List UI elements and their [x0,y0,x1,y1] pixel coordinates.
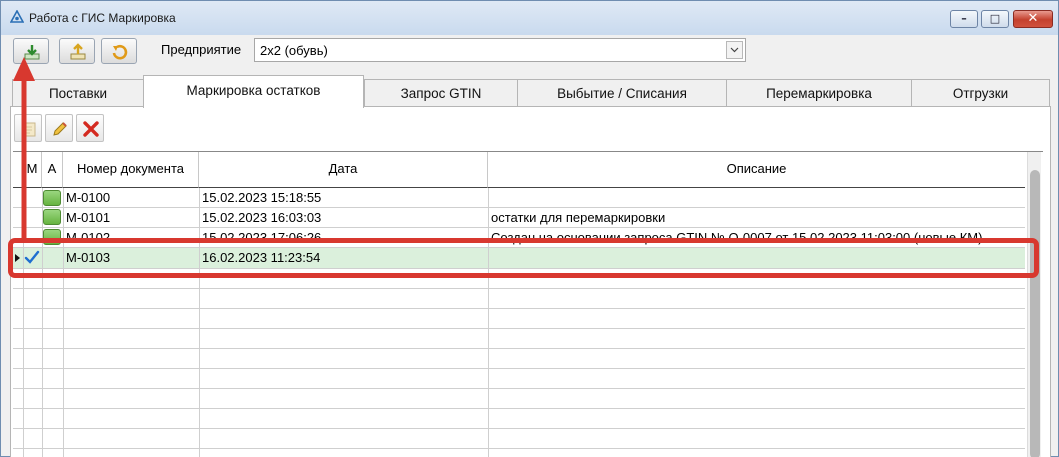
upload-button[interactable] [59,38,95,64]
description-cell[interactable]: остатки для перемаркировки [491,210,1021,225]
row-divider [13,308,1025,309]
delete-button[interactable] [76,114,104,142]
header-description[interactable]: Описание [488,152,1025,188]
enterprise-select[interactable]: 2x2 (обувь) [254,38,746,62]
status-indicator-icon [43,209,61,225]
row-divider [13,428,1025,429]
row-divider [13,388,1025,389]
column-divider [23,188,24,457]
window-title: Работа с ГИС Маркировка [29,11,176,25]
row-divider [13,288,1025,289]
highlight-box [8,238,1039,278]
upload-icon [70,43,86,60]
tab-zapros-gtin[interactable]: Запрос GTIN [364,79,518,107]
delete-x-icon [83,121,99,137]
date-cell[interactable]: 15.02.2023 16:03:03 [202,210,321,225]
main-window: Работа с ГИС Маркировка – □ ✕ Предприяти… [0,0,1059,457]
documents-grid[interactable]: М А Номер документа Дата Описание М-0100… [13,151,1043,457]
download-icon [24,45,40,60]
maximize-button[interactable]: □ [981,10,1009,28]
close-icon: ✕ [1027,11,1039,26]
refresh-button[interactable] [101,38,137,64]
header-doc-number[interactable]: Номер документа [63,152,199,188]
app-logo-icon [10,10,24,23]
maximize-icon: □ [989,12,1001,25]
tab-peremarkirovka[interactable]: Перемаркировка [726,79,912,107]
vertical-scrollbar[interactable] [1027,152,1041,457]
tab-markirovka-ostatkov[interactable]: Маркировка остатков [143,75,364,108]
column-divider [63,188,64,457]
enterprise-value: 2x2 (обувь) [260,43,328,58]
header-a[interactable]: А [42,152,63,188]
header-indicator [13,152,23,188]
minimize-button[interactable]: – [950,10,978,28]
tab-vybytie[interactable]: Выбытие / Списания [517,79,727,107]
column-divider [42,188,43,457]
row-divider [13,408,1025,409]
column-divider [488,188,489,457]
dropdown-arrow-button[interactable] [726,41,743,59]
edit-button[interactable] [45,114,73,142]
doc-number-cell[interactable]: М-0100 [66,190,110,205]
title-bar[interactable]: Работа с ГИС Маркировка – □ ✕ [1,1,1058,35]
row-divider [13,368,1025,369]
row-divider [13,207,1025,208]
tab-bar: Поставки Маркировка остатков Запрос GTIN… [12,75,1050,108]
close-button[interactable]: ✕ [1013,10,1053,28]
status-indicator-icon [43,190,61,206]
add-document-button[interactable] [14,114,42,142]
download-button[interactable] [13,38,49,64]
header-m[interactable]: М [23,152,42,188]
edit-pencil-icon [53,122,67,136]
row-divider [13,328,1025,329]
chevron-down-icon [730,47,739,53]
row-divider [13,448,1025,449]
enterprise-label: Предприятие [161,42,242,57]
tab-postavki[interactable]: Поставки [12,79,144,107]
refresh-icon [112,45,128,60]
doc-number-cell[interactable]: М-0101 [66,210,110,225]
row-divider [13,348,1025,349]
column-divider [199,188,200,457]
add-document-icon [22,122,36,137]
header-date[interactable]: Дата [199,152,488,188]
scrollbar-thumb[interactable] [1030,170,1040,457]
tab-otgruzki[interactable]: Отгрузки [911,79,1050,107]
row-divider [13,227,1025,228]
minimize-icon: – [961,12,967,25]
date-cell[interactable]: 15.02.2023 15:18:55 [202,190,321,205]
